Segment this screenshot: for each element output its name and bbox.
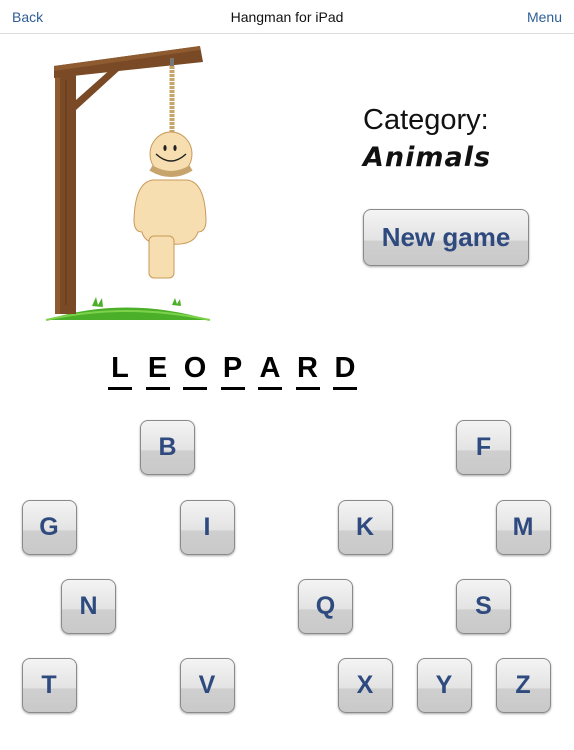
letter-key-i[interactable]: I — [179, 500, 235, 555]
word-letter-slot: A — [258, 352, 282, 390]
app-title: Hangman for iPad — [230, 9, 344, 25]
letter-key-b[interactable]: B — [140, 420, 195, 475]
word-letter-slot: L — [108, 352, 132, 390]
hangman-illustration — [45, 46, 211, 321]
letter-key-s[interactable]: S — [456, 579, 511, 634]
letter-key-m[interactable]: M — [495, 500, 551, 555]
back-button[interactable]: Back — [12, 9, 43, 25]
word-letter-slot: P — [220, 352, 245, 390]
letter-key-y[interactable]: Y — [416, 658, 472, 713]
category-label: Category: — [363, 104, 489, 136]
new-game-button[interactable]: New game — [363, 209, 529, 266]
letter-key-k[interactable]: K — [337, 500, 393, 555]
letter-key-g[interactable]: G — [21, 500, 77, 555]
letter-key-f[interactable]: F — [456, 420, 511, 475]
hanged-figure-icon — [133, 131, 207, 279]
letter-key-x[interactable]: X — [337, 658, 393, 713]
letter-key-n[interactable]: N — [61, 579, 116, 634]
word-letter-slot: D — [333, 352, 357, 390]
word-letter-slot: E — [145, 352, 170, 390]
category-value: Animals — [363, 142, 492, 173]
word-letter-slot: R — [295, 352, 320, 390]
word-letter-slot: O — [183, 352, 207, 390]
navigation-bar: Hangman for iPad Back Menu — [0, 0, 574, 34]
letter-key-z[interactable]: Z — [495, 658, 551, 713]
letter-key-v[interactable]: V — [179, 658, 235, 713]
letter-key-q[interactable]: Q — [298, 579, 353, 634]
menu-button[interactable]: Menu — [527, 9, 562, 25]
letter-key-t[interactable]: T — [21, 658, 77, 713]
